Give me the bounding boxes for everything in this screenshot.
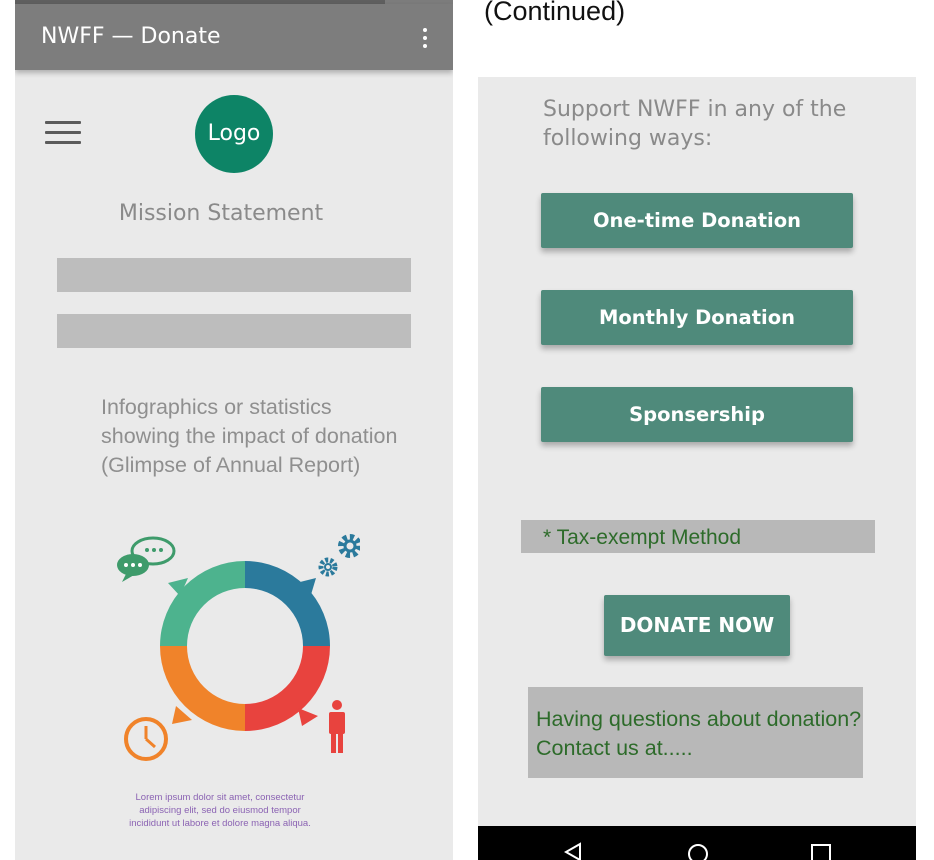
donate-now-button[interactable]: DONATE NOW — [604, 595, 790, 656]
monthly-donation-button[interactable]: Monthly Donation — [541, 290, 853, 345]
support-text: Support NWFF in any of the following way… — [543, 97, 847, 151]
donate-screen-right: Support NWFF in any of the following way… — [478, 77, 916, 860]
sponsorship-button[interactable]: Sponsership — [541, 387, 853, 442]
placeholder-bar-2 — [57, 314, 411, 348]
gears-icon — [318, 534, 360, 577]
logo: Logo — [195, 95, 273, 173]
clock-icon — [124, 717, 168, 761]
hamburger-menu-icon[interactable] — [45, 121, 81, 147]
system-nav-bar — [478, 826, 916, 860]
mission-statement: Mission Statement — [118, 201, 324, 226]
home-icon[interactable] — [686, 842, 710, 860]
placeholder-bar-1 — [57, 258, 411, 292]
donut-ring — [160, 561, 330, 731]
continued-caption: (Continued) — [484, 0, 626, 26]
overflow-menu-icon[interactable] — [419, 26, 431, 50]
app-title: NWFF — Donate — [41, 24, 221, 49]
recents-icon[interactable] — [810, 842, 832, 860]
infographic — [117, 534, 360, 761]
lorem-text: Lorem ipsum dolor sit amet, consectetur … — [129, 792, 311, 829]
one-time-donation-button[interactable]: One-time Donation — [541, 193, 853, 248]
tax-exempt-note: * Tax-exempt Method — [521, 520, 875, 553]
donate-screen-left: NWFF — Donate Logo Mission Statement Inf… — [15, 0, 453, 860]
chat-bubbles-icon — [117, 536, 176, 582]
app-bar: NWFF — Donate — [15, 4, 453, 70]
person-icon — [329, 700, 345, 753]
contact-info: Having questions about donation? Contact… — [528, 687, 863, 778]
infographic-description: Infographics or statistics showing the i… — [101, 395, 398, 477]
back-icon[interactable] — [563, 842, 583, 860]
